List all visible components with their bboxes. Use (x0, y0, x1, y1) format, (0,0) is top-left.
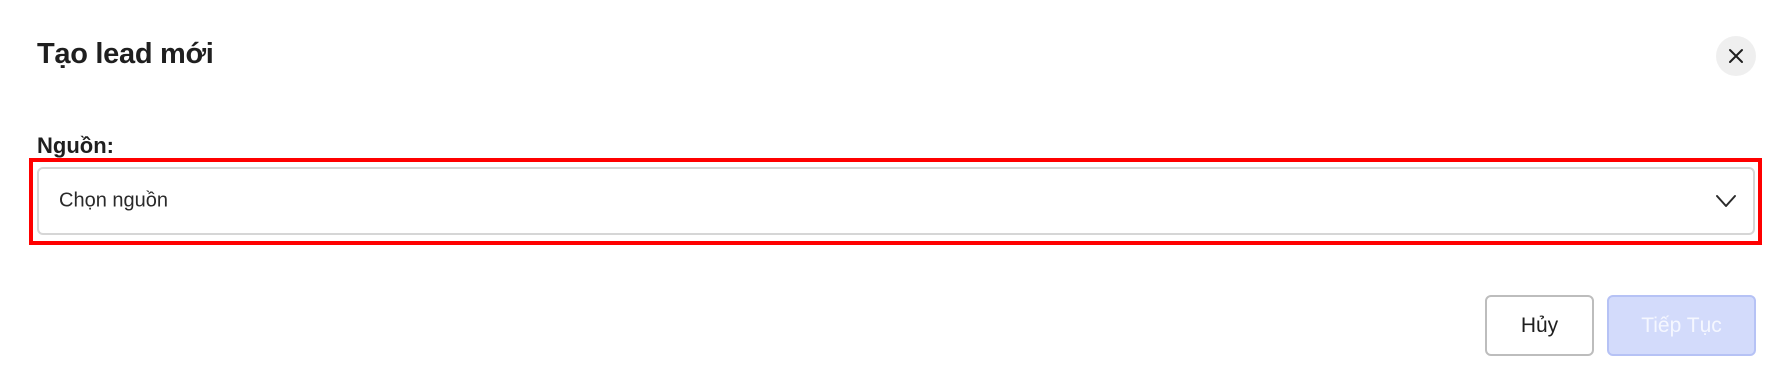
close-button[interactable] (1716, 36, 1756, 76)
continue-button[interactable]: Tiếp Tục (1607, 295, 1756, 356)
source-select[interactable]: Chọn nguồn (37, 167, 1755, 235)
source-label: Nguồn: (37, 133, 114, 158)
dialog-title: Tạo lead mới (37, 38, 214, 70)
close-icon (1729, 49, 1743, 63)
source-select-placeholder: Chọn nguồn (59, 189, 168, 212)
cancel-button[interactable]: Hủy (1485, 295, 1594, 356)
create-lead-dialog: Tạo lead mới Nguồn: Chọn nguồn Hủy Tiếp … (0, 0, 1787, 390)
chevron-down-icon (1716, 195, 1736, 207)
